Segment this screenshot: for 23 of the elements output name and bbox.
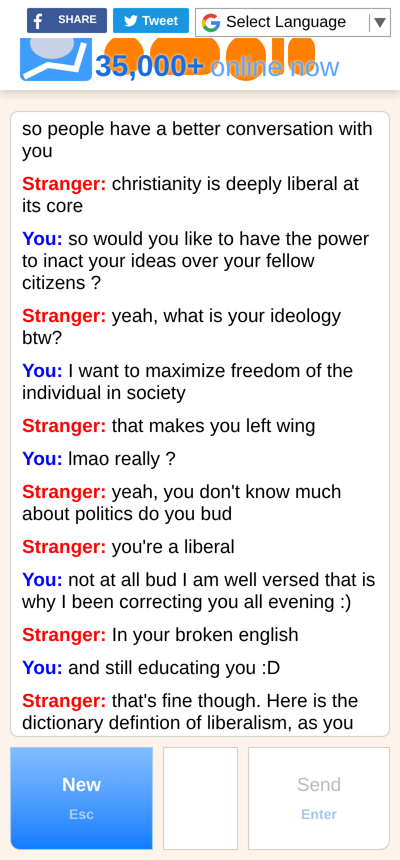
chat-message: Stranger: that makes you left wing xyxy=(22,416,317,438)
chat-message: You: I want to maximize freedom of the individual in society xyxy=(22,361,354,405)
chat-message: You: lmao really ? xyxy=(22,449,177,471)
chat-message: Stranger: In your broken english xyxy=(22,625,300,647)
new-chat-button[interactable]: New Esc xyxy=(10,747,153,850)
language-label: Select Language xyxy=(226,12,346,32)
chat-message: Stranger: christianity is deeply liberal at its core xyxy=(22,174,360,218)
language-select[interactable]: Select Language xyxy=(195,8,391,37)
chat-message: so people have a better conversation with you xyxy=(22,119,374,163)
dropdown-caret-icon xyxy=(374,18,386,28)
chat-message: You: so would you like to have the power to inact your ideas over your fellow citizens ? xyxy=(22,229,370,295)
chat-message: You: and still educating you :D xyxy=(22,658,282,680)
chat-message: You: not at all bud I am well versed that is why I been correcting you all evening :) xyxy=(22,570,376,614)
chat-message: Stranger: that's fine though. Here is the dictionary defintion of liberalism, as you xyxy=(22,691,360,735)
bird-icon xyxy=(124,14,138,26)
facebook-icon xyxy=(33,12,42,28)
chat-message: Stranger: you're a liberal xyxy=(22,537,236,559)
message-input[interactable] xyxy=(163,747,238,850)
tweet-button[interactable]: Tweet xyxy=(113,8,189,33)
chat-message: Stranger: yeah, you don't know much about politics do you bud xyxy=(22,482,342,526)
google-icon xyxy=(200,12,222,34)
share-button[interactable]: SHARE xyxy=(27,8,107,33)
chat-message: Stranger: yeah, what is your ideology btw? xyxy=(22,306,342,350)
